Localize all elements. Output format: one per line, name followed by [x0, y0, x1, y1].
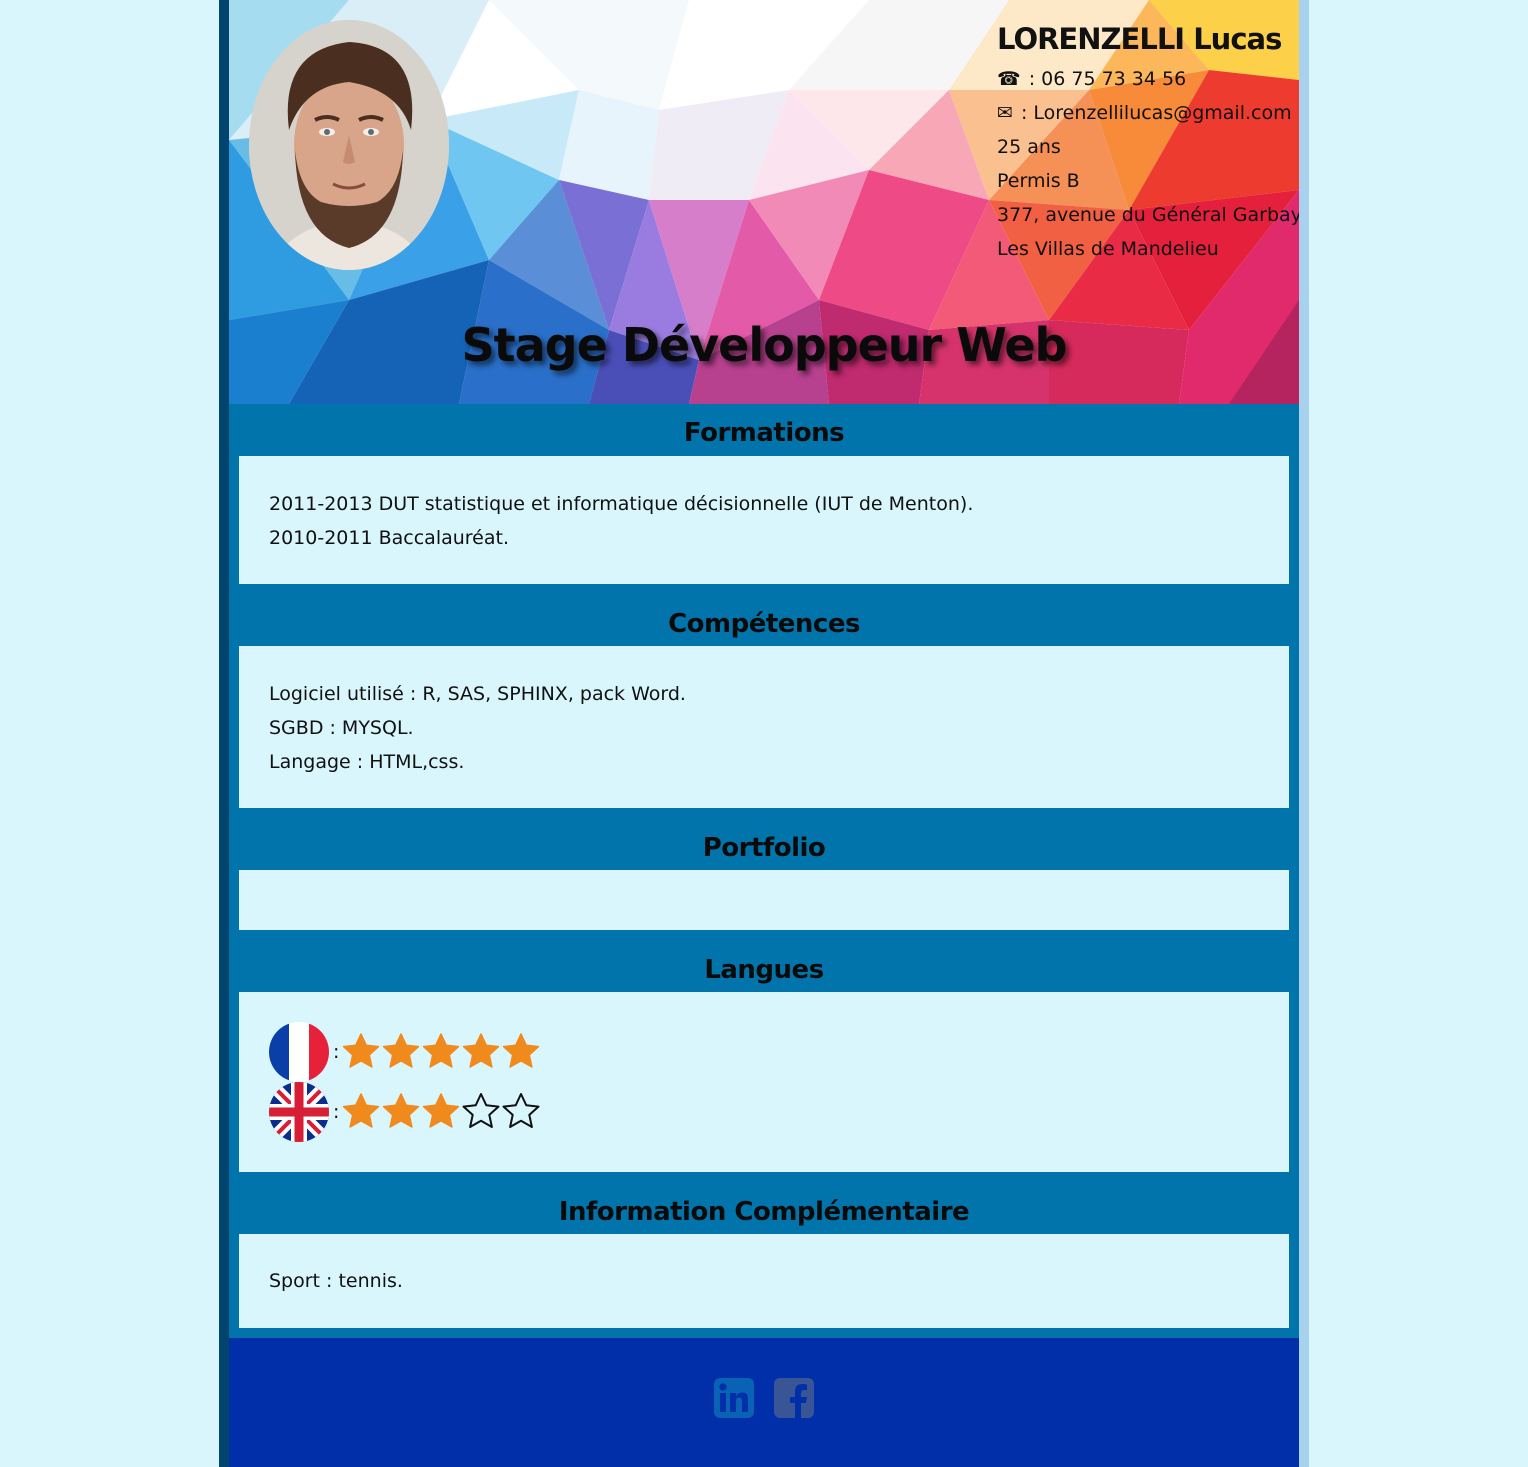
social-links	[229, 1378, 1299, 1418]
list-item: Langage : HTML,css.	[269, 751, 465, 773]
contact-block: LORENZELLI Lucas ☎ : 06 75 73 34 56 ✉ : …	[997, 22, 1299, 266]
section-portfolio: Portfolio	[229, 808, 1299, 930]
section-title-langues: Langues	[704, 955, 824, 985]
star-filled-icon	[381, 1032, 421, 1072]
footer	[229, 1338, 1299, 1467]
phone-line: ☎ : 06 75 73 34 56	[997, 62, 1297, 96]
rating-separator: :	[333, 1041, 340, 1063]
star-filled-icon	[381, 1092, 421, 1132]
section-info: Information Complémentaire Sport : tenni…	[229, 1172, 1299, 1328]
cv-page: LORENZELLI Lucas ☎ : 06 75 73 34 56 ✉ : …	[219, 0, 1309, 1467]
email-address: : Lorenzellilucas@gmail.com	[1020, 102, 1292, 124]
age: 25 ans	[997, 136, 1061, 158]
envelope-icon: ✉	[997, 102, 1013, 124]
cv-header: LORENZELLI Lucas ☎ : 06 75 73 34 56 ✉ : …	[229, 0, 1299, 404]
list-item: 2011-2013 DUT statistique et informatiqu…	[269, 493, 974, 515]
person-name: LORENZELLI Lucas	[997, 22, 1282, 56]
section-body-langues: : :	[239, 992, 1289, 1172]
rating-separator: :	[333, 1101, 340, 1123]
section-body-formations: 2011-2013 DUT statistique et informatiqu…	[239, 456, 1289, 584]
france-flag-icon	[269, 1022, 329, 1082]
section-body-portfolio	[239, 870, 1289, 930]
star-filled-icon	[421, 1092, 461, 1132]
list-item: Logiciel utilisé : R, SAS, SPHINX, pack …	[269, 683, 686, 705]
profile-photo-image	[249, 20, 449, 270]
address-line-1: 377, avenue du Général Garbay	[997, 204, 1299, 226]
star-filled-icon	[341, 1032, 381, 1072]
driving-licence: Permis B	[997, 170, 1080, 192]
language-row-french: :	[269, 1022, 1259, 1082]
section-competences: Compétences Logiciel utilisé : R, SAS, S…	[229, 584, 1299, 808]
phone-number: : 06 75 73 34 56	[1028, 68, 1187, 90]
star-filled-icon	[341, 1092, 381, 1132]
job-title: Stage Développeur Web	[461, 318, 1068, 372]
list-item: 2010-2011 Baccalauréat.	[269, 527, 509, 549]
phone-icon: ☎	[997, 68, 1021, 90]
section-title-formations: Formations	[683, 418, 845, 448]
section-title-info: Information Complémentaire	[558, 1197, 970, 1227]
star-filled-icon	[421, 1032, 461, 1072]
section-formations: Formations 2011-2013 DUT statistique et …	[229, 404, 1299, 584]
section-body-info: Sport : tennis.	[239, 1234, 1289, 1328]
star-filled-icon	[501, 1032, 541, 1072]
star-empty-icon	[501, 1092, 541, 1132]
language-row-english: :	[269, 1082, 1259, 1142]
section-body-competences: Logiciel utilisé : R, SAS, SPHINX, pack …	[239, 646, 1289, 808]
facebook-icon[interactable]	[774, 1378, 814, 1418]
address-line-2: Les Villas de Mandelieu	[997, 238, 1219, 260]
star-empty-icon	[461, 1092, 501, 1132]
section-langues: Langues ::	[229, 930, 1299, 1172]
section-title-portfolio: Portfolio	[702, 833, 826, 863]
email-line: ✉ : Lorenzellilucas@gmail.com	[997, 96, 1297, 130]
list-item: SGBD : MYSQL.	[269, 717, 414, 739]
uk-flag-icon	[269, 1082, 329, 1142]
star-filled-icon	[461, 1032, 501, 1072]
profile-photo	[249, 20, 449, 270]
star-rating	[341, 1092, 541, 1132]
section-title-competences: Compétences	[668, 609, 860, 639]
linkedin-icon[interactable]	[714, 1378, 754, 1418]
star-rating	[341, 1032, 541, 1072]
list-item: Sport : tennis.	[269, 1270, 403, 1292]
